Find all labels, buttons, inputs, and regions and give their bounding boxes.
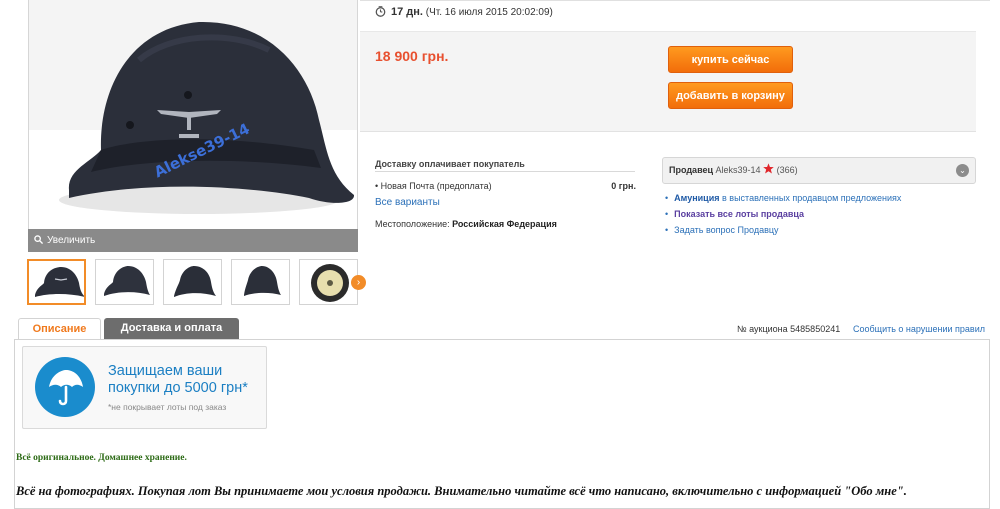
seller-link-all-lots[interactable]: • Показать все лоты продавца [665,209,804,219]
thumbnail-1[interactable] [27,259,86,305]
magnifier-icon [34,235,43,244]
seller-name[interactable]: Aleks39-14 [716,165,761,175]
clock-icon [375,6,386,17]
days-remaining: 17 дн. [391,6,423,18]
delivery-divider [375,171,635,172]
auction-timer: 17 дн. (Чт. 16 июля 2015 20:02:09) [375,6,553,18]
delivery-variants-link[interactable]: Все варианты [375,197,440,208]
price: 18 900 грн. [375,48,449,64]
zoom-button[interactable]: Увеличить [28,229,358,252]
seller-link-category[interactable]: • Амуниция в выставленных продавцом предл… [665,193,901,203]
location-value: Российская Федерация [452,219,557,229]
thumbnails-next-button[interactable]: › [351,275,366,290]
seller-rating: (366) [776,165,798,175]
location: Местоположение: Российская Федерация [375,219,557,229]
thumbnail-4[interactable] [231,259,290,305]
thumbnail-3[interactable] [163,259,222,305]
zoom-label: Увеличить [47,235,96,246]
star-icon [763,163,774,174]
main-product-image[interactable]: Alekse39-14 [28,0,358,252]
tab-delivery-payment[interactable]: Доставка и оплата [104,318,239,339]
delivery-method-price: 0 грн. [611,181,636,191]
tab-description[interactable]: Описание [18,318,101,340]
description-line-1: Всё оригинальное. Домашнее хранение. [16,453,187,463]
report-violation-link[interactable]: Сообщить о нарушении правил [853,324,985,334]
chevron-down-icon[interactable]: ⌄ [956,164,969,177]
seller-link-ask-question[interactable]: • Задать вопрос Продавцу [665,225,779,235]
location-label: Местоположение: [375,219,450,229]
protection-note: *не покрывает лоты под заказ [108,402,227,412]
seller-box[interactable]: Продавец Aleks39-14 (366) ⌄ [662,157,976,184]
add-to-cart-button[interactable]: добавить в корзину [668,82,793,109]
helmet-image: Alekse39-14 [29,0,357,251]
description-line-2: Всё на фотографиях. Покупая лот Вы прини… [16,484,907,498]
delivery-method: • Новая Почта (предоплата) [375,181,492,191]
protection-title: Защищаем ваши покупки до 5000 грн* [108,363,248,396]
top-divider [360,0,990,1]
end-date: (Чт. 16 июля 2015 20:02:09) [425,7,553,18]
delivery-title: Доставку оплачивает покупатель [375,159,525,169]
seller-label: Продавец [669,165,714,175]
buy-now-button[interactable]: купить сейчас [668,46,793,73]
auction-number: № аукциона 5485850241 [737,324,841,334]
thumbnail-2[interactable] [95,259,154,305]
thumbnail-5[interactable] [299,259,358,305]
umbrella-icon [35,357,95,417]
